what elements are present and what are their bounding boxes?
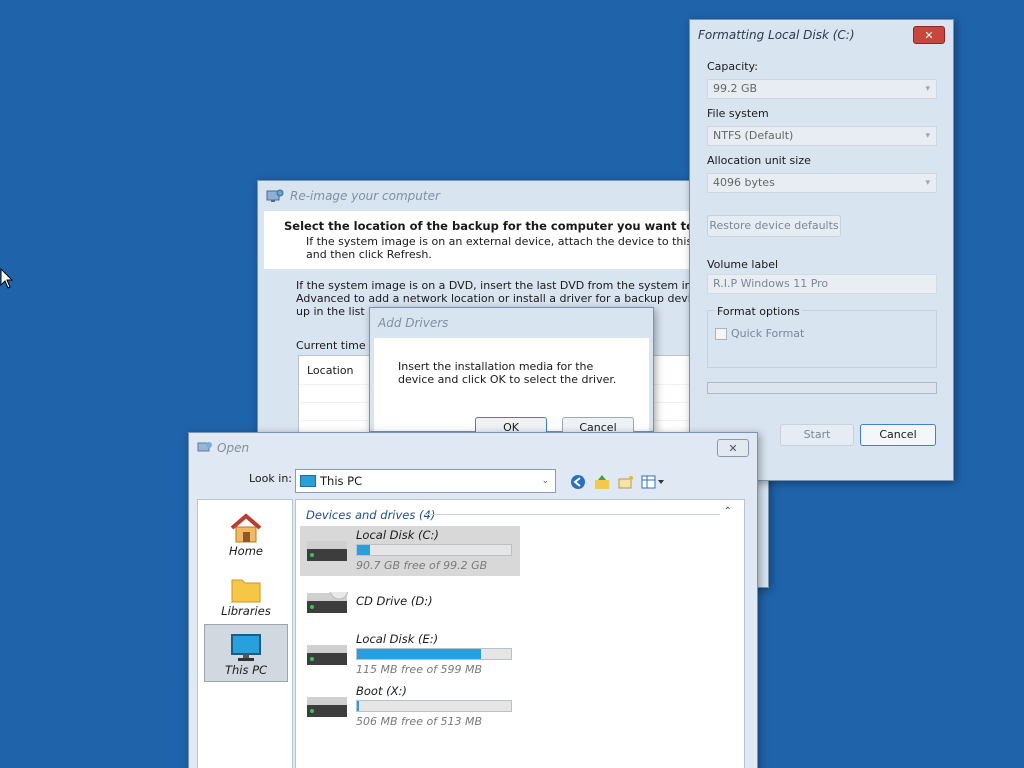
back-icon[interactable]: [569, 474, 587, 490]
chevron-down-icon: ▾: [925, 178, 930, 188]
look-in-label: Look in:: [249, 472, 292, 485]
view-menu-icon[interactable]: [641, 474, 665, 490]
hard-drive-icon: [307, 541, 347, 561]
open-title-wrap: Open: [197, 441, 249, 455]
open-titlebar[interactable]: Open ✕: [189, 433, 757, 463]
allocation-select[interactable]: 4096 bytes ▾: [707, 173, 937, 193]
hard-drive-icon: [307, 645, 347, 665]
close-icon[interactable]: ✕: [913, 26, 945, 44]
drive-usage-bar: [356, 544, 512, 556]
filesystem-label: File system: [707, 107, 769, 120]
format-progress-bar: [707, 382, 937, 394]
drive-usage-fill: [357, 545, 371, 555]
up-folder-icon[interactable]: [593, 474, 611, 490]
folder-icon: [231, 579, 261, 603]
drive-usage-fill: [357, 649, 482, 659]
format-title: Formatting Local Disk (C:): [698, 28, 855, 42]
look-in-select[interactable]: This PC ⌄: [295, 469, 556, 493]
group-header[interactable]: Devices and drives (4): [306, 508, 435, 522]
backup-icon: [266, 189, 284, 202]
drive-usage-bar: [356, 700, 512, 712]
reimage-title: Re-image your computer: [290, 189, 440, 203]
chevron-down-icon: ⌄: [541, 476, 549, 486]
chevron-down-icon: ▾: [925, 84, 930, 94]
allocation-value: 4096 bytes: [713, 176, 775, 189]
place-libraries[interactable]: Libraries: [204, 564, 288, 622]
close-icon[interactable]: ✕: [717, 439, 749, 457]
place-label: Libraries: [221, 604, 271, 618]
drive-name: Boot (X:): [356, 684, 407, 698]
capacity-label: Capacity:: [707, 60, 758, 73]
format-dialog: Formatting Local Disk (C:) ✕ Capacity: 9…: [689, 19, 954, 481]
look-in-value: This PC: [320, 474, 363, 488]
filesystem-select[interactable]: NTFS (Default) ▾: [707, 126, 937, 146]
format-options-label: Format options: [715, 305, 802, 318]
drive-usage-fill: [357, 701, 360, 711]
drive-item-c[interactable]: Local Disk (C:) 90.7 GB free of 99.2 GB: [300, 526, 520, 576]
capacity-select[interactable]: 99.2 GB ▾: [707, 79, 937, 99]
home-icon: [230, 513, 262, 543]
open-window-icon: [197, 442, 212, 452]
add-drivers-dialog: Add Drivers Insert the installation medi…: [369, 307, 654, 439]
add-drivers-titlebar[interactable]: Add Drivers: [370, 308, 653, 338]
desktop: { "reimage": { "title": "Re-image your c…: [0, 0, 1024, 768]
add-drivers-title: Add Drivers: [378, 316, 449, 330]
drive-item-x[interactable]: Boot (X:) 506 MB free of 513 MB: [300, 682, 520, 732]
quick-format-label: Quick Format: [731, 327, 805, 340]
drive-free-space: 115 MB free of 599 MB: [356, 663, 483, 676]
collapse-icon[interactable]: ⌃: [724, 506, 732, 517]
drive-free-space: 90.7 GB free of 99.2 GB: [356, 559, 488, 572]
hard-drive-icon: [307, 697, 347, 717]
drive-item-d[interactable]: CD Drive (D:): [300, 578, 520, 628]
place-label: This PC: [224, 663, 268, 677]
filesystem-value: NTFS (Default): [713, 129, 794, 142]
restore-defaults-button[interactable]: Restore device defaults: [707, 215, 841, 237]
place-home[interactable]: Home: [204, 504, 288, 562]
location-column-header[interactable]: Location: [307, 364, 354, 377]
drive-item-e[interactable]: Local Disk (E:) 115 MB free of 599 MB: [300, 630, 520, 680]
monitor-icon: [300, 475, 316, 487]
format-titlebar[interactable]: Formatting Local Disk (C:) ✕: [690, 20, 953, 50]
start-button[interactable]: Start: [780, 424, 854, 446]
checkbox-box[interactable]: [715, 327, 727, 340]
open-dialog: Open ✕ Look in: This PC ⌄ Home Libraries…: [188, 432, 758, 768]
places-bar: Home Libraries This PC: [197, 499, 293, 768]
capacity-value: 99.2 GB: [713, 82, 758, 95]
mouse-cursor-icon: [0, 268, 14, 289]
chevron-down-icon: ▾: [925, 131, 930, 141]
group-divider: [424, 514, 720, 515]
allocation-label: Allocation unit size: [707, 154, 811, 167]
drive-name: Local Disk (C:): [356, 528, 439, 542]
drives-list: Devices and drives (4) ⌃ Local Disk (C:)…: [295, 499, 745, 768]
cd-drive-icon: [307, 592, 348, 613]
drive-name: CD Drive (D:): [356, 594, 433, 608]
monitor-icon: [231, 634, 261, 661]
format-cancel-button[interactable]: Cancel: [860, 424, 936, 446]
new-folder-icon[interactable]: [617, 474, 635, 490]
drive-free-space: 506 MB free of 513 MB: [356, 715, 483, 728]
open-title: Open: [217, 441, 250, 455]
place-label: Home: [229, 544, 263, 558]
volume-label-label: Volume label: [707, 258, 779, 271]
drive-usage-bar: [356, 648, 512, 660]
drive-name: Local Disk (E:): [356, 632, 439, 646]
quick-format-checkbox[interactable]: Quick Format: [715, 327, 804, 340]
add-drivers-message: Insert the installation media for the de…: [398, 360, 617, 386]
place-this-pc[interactable]: This PC: [204, 624, 288, 682]
volume-label-input[interactable]: R.I.P Windows 11 Pro: [707, 274, 937, 294]
